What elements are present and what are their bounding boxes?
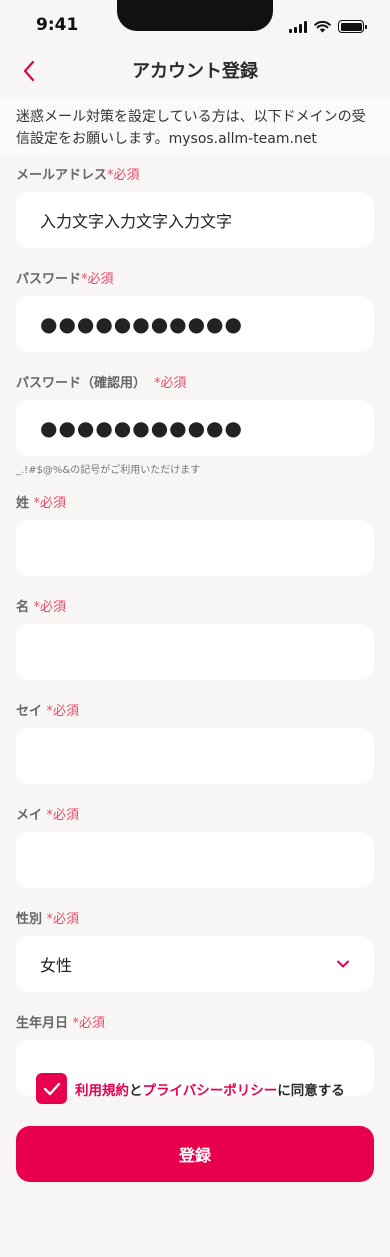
password-field[interactable]: ●●●●●●●●●●● — [16, 296, 374, 352]
registration-form: 迷惑メール対策を設定している方は、以下ドメインの受信設定をお願いします。myso… — [0, 98, 390, 1096]
password-confirm-field-group: パスワード（確認用） *必須 ●●●●●●●●●●● _.!#$@%&の記号がご利… — [16, 374, 374, 478]
cellular-signal-icon — [289, 20, 307, 33]
first-name-kana-field-group: メイ *必須 — [16, 806, 374, 888]
status-icons — [289, 17, 367, 33]
required-mark: *必須 — [72, 1016, 106, 1031]
required-mark: *必須 — [46, 808, 80, 823]
email-field[interactable]: 入力文字入力文字入力文字 — [16, 192, 374, 248]
app-header: アカウント登録 — [0, 48, 390, 98]
last-name-kana-label: セイ *必須 — [16, 704, 80, 719]
required-mark: *必須 — [46, 912, 80, 927]
first-name-kana-label: メイ *必須 — [16, 808, 80, 823]
last-name-field[interactable] — [16, 520, 374, 576]
status-time: 9:41 — [36, 15, 79, 35]
chevron-down-icon — [337, 960, 349, 968]
last-name-field-group: 姓 *必須 — [16, 494, 374, 576]
email-field-group: メールアドレス*必須 入力文字入力文字入力文字 — [16, 166, 374, 248]
privacy-policy-link[interactable]: プライバシーポリシー — [143, 1083, 278, 1099]
first-name-kana-field[interactable] — [16, 832, 374, 888]
last-name-kana-field-group: セイ *必須 — [16, 702, 374, 784]
email-label: メールアドレス*必須 — [16, 168, 140, 183]
required-mark: *必須 — [107, 168, 140, 183]
required-mark: *必須 — [33, 496, 67, 511]
password-confirm-field[interactable]: ●●●●●●●●●●● — [16, 400, 374, 456]
last-name-label: 姓 *必須 — [16, 496, 67, 511]
wifi-icon — [314, 20, 331, 33]
gender-select[interactable]: 女性 — [16, 936, 374, 992]
device-notch — [117, 0, 273, 31]
gender-selected-value: 女性 — [40, 956, 73, 975]
last-name-kana-field[interactable] — [16, 728, 374, 784]
required-mark: *必須 — [46, 704, 80, 719]
status-bar: 9:41 — [0, 0, 390, 48]
page-title: アカウント登録 — [132, 61, 258, 82]
password-confirm-label: パスワード（確認用） *必須 — [16, 376, 187, 391]
gender-field-group: 性別 *必須 女性 — [16, 910, 374, 992]
password-field-group: パスワード*必須 ●●●●●●●●●●● — [16, 270, 374, 352]
required-mark: *必須 — [81, 272, 114, 287]
first-name-field[interactable] — [16, 624, 374, 680]
first-name-label: 名 *必須 — [16, 600, 67, 615]
register-button[interactable]: 登録 — [16, 1126, 374, 1182]
check-icon — [43, 1082, 60, 1095]
password-label: パスワード*必須 — [16, 272, 114, 287]
gender-label: 性別 *必須 — [16, 912, 80, 927]
agreement-text: 利用規約とプライバシーポリシーに同意する — [75, 1082, 345, 1099]
battery-icon — [338, 20, 367, 33]
required-mark: *必須 — [33, 600, 67, 615]
agreement-row: 利用規約とプライバシーポリシーに同意する — [36, 1073, 345, 1104]
agreement-checkbox[interactable] — [36, 1073, 67, 1104]
required-mark: *必須 — [154, 376, 187, 391]
password-hint: _.!#$@%&の記号がご利用いただけます — [16, 465, 201, 476]
first-name-field-group: 名 *必須 — [16, 598, 374, 680]
birthday-label: 生年月日 *必須 — [16, 1016, 106, 1031]
domain-notice: 迷惑メール対策を設定している方は、以下ドメインの受信設定をお願いします。myso… — [0, 98, 390, 154]
terms-link[interactable]: 利用規約 — [75, 1083, 129, 1099]
